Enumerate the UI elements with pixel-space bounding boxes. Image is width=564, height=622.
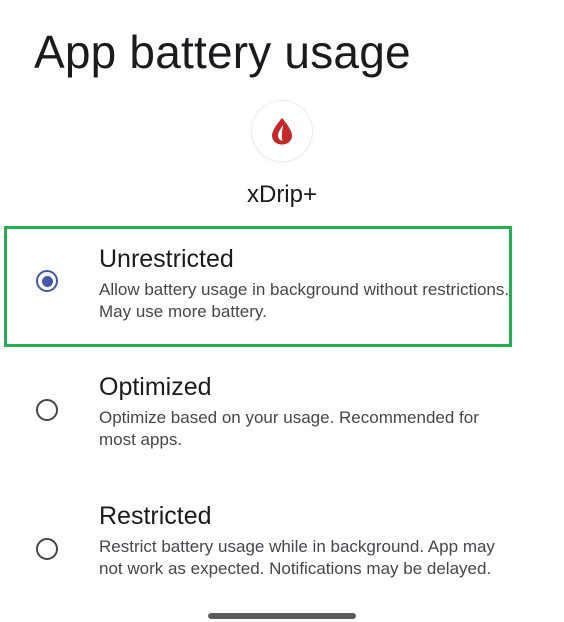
navigation-handle[interactable] (208, 613, 356, 619)
option-desc-optimized: Optimize based on your usage. Recommende… (99, 408, 479, 449)
blood-drop-icon (272, 118, 292, 145)
option-optimized[interactable]: Optimized Optimize based on your usage. … (0, 356, 564, 474)
radio-restricted[interactable] (36, 538, 58, 560)
radio-optimized[interactable] (36, 399, 58, 421)
option-title-optimized: Optimized (99, 373, 212, 401)
app-icon (252, 101, 312, 161)
option-desc-restricted: Restrict battery usage while in backgrou… (99, 537, 495, 578)
app-name: xDrip+ (246, 181, 318, 208)
page-title: App battery usage (34, 26, 411, 78)
selection-highlight (4, 226, 512, 347)
option-title-restricted: Restricted (99, 502, 212, 530)
option-restricted[interactable]: Restricted Restrict battery usage while … (0, 486, 564, 610)
